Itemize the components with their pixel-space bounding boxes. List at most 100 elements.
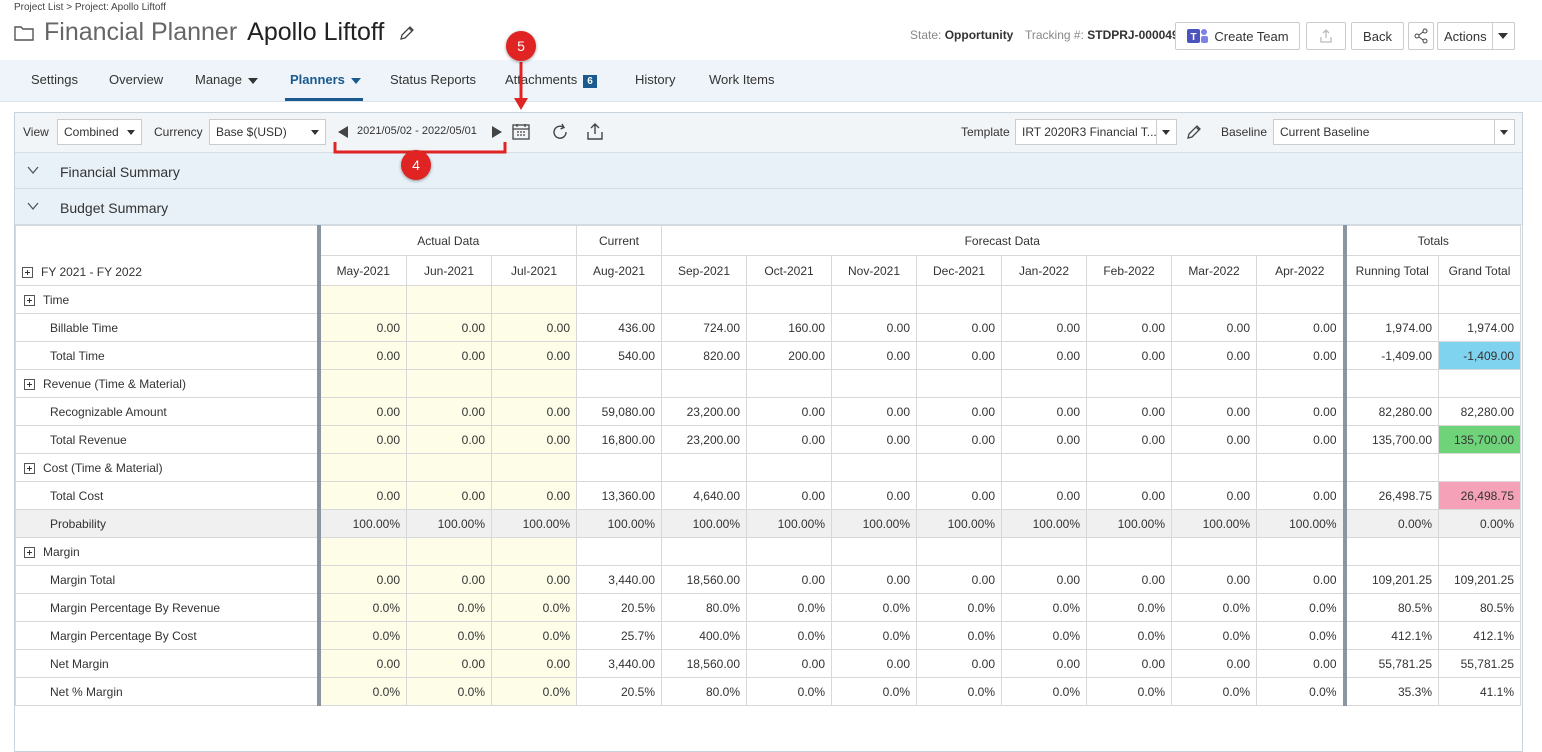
table-cell[interactable]: 0.00 [491,341,577,370]
table-cell[interactable]: 0.00 [916,397,1002,426]
create-team-button[interactable]: T Create Team [1175,22,1300,50]
table-cell[interactable]: 80.0% [661,593,747,622]
row-label[interactable]: Revenue (Time & Material) [15,369,319,398]
table-cell[interactable]: 0.0% [746,621,832,650]
table-cell[interactable]: 0.00 [316,481,407,510]
table-cell[interactable]: 82,280.00 [1344,397,1439,426]
table-cell[interactable]: 100.00% [406,509,492,538]
table-cell[interactable]: 0.00 [1001,341,1087,370]
table-cell[interactable]: 100.00% [1086,509,1172,538]
table-cell[interactable]: 0.0% [316,677,407,706]
table-cell[interactable]: 0.00 [1171,397,1257,426]
table-cell[interactable]: 0.00 [1256,397,1347,426]
previous-period-icon[interactable] [337,125,349,139]
table-cell[interactable]: 0.00 [491,425,577,454]
table-cell[interactable]: 100.00% [1256,509,1347,538]
table-cell[interactable]: 0.0% [316,593,407,622]
table-cell[interactable]: 0.00 [746,649,832,678]
expand-icon[interactable] [24,546,35,558]
table-cell[interactable]: 4,640.00 [661,481,747,510]
table-cell[interactable]: 0.00 [1256,565,1347,594]
table-cell[interactable]: 0.00 [316,313,407,342]
expand-icon[interactable] [24,294,35,306]
table-cell[interactable]: 0.00 [1086,565,1172,594]
share-export-button[interactable] [1306,22,1346,50]
table-cell[interactable]: 0.0% [916,677,1002,706]
table-cell[interactable]: 109,201.25 [1438,565,1521,594]
table-cell[interactable]: 0.0% [491,621,577,650]
table-cell[interactable]: 0.0% [831,677,917,706]
table-cell[interactable]: 0.0% [1256,677,1347,706]
table-cell[interactable]: 0.0% [1086,593,1172,622]
table-cell[interactable]: 0.0% [1171,677,1257,706]
tab-history[interactable]: History [635,72,675,87]
table-cell[interactable]: 0.00 [916,649,1002,678]
table-cell[interactable]: -1,409.00 [1438,341,1521,370]
table-cell[interactable]: 13,360.00 [576,481,662,510]
table-cell[interactable]: 0.00 [1086,397,1172,426]
table-cell[interactable]: 55,781.25 [1438,649,1521,678]
table-cell[interactable]: 0.00 [831,565,917,594]
table-cell[interactable]: 109,201.25 [1344,565,1439,594]
table-cell[interactable]: 0.00 [831,341,917,370]
table-cell[interactable]: 0.00 [406,397,492,426]
table-cell[interactable]: 0.00 [406,649,492,678]
table-cell[interactable]: 0.00 [916,425,1002,454]
table-cell[interactable]: 412.1% [1438,621,1521,650]
table-cell[interactable]: 0.0% [406,677,492,706]
table-cell[interactable]: 0.00 [746,425,832,454]
table-cell[interactable]: 820.00 [661,341,747,370]
table-cell[interactable]: -1,409.00 [1344,341,1439,370]
table-cell[interactable]: 0.00 [1001,565,1087,594]
table-cell[interactable]: 0.00 [1171,313,1257,342]
table-cell[interactable]: 100.00% [1171,509,1257,538]
export-icon[interactable] [585,122,605,142]
expand-icon[interactable] [24,378,35,390]
table-cell[interactable]: 41.1% [1438,677,1521,706]
table-cell[interactable]: 0.0% [491,677,577,706]
table-cell[interactable]: 0.0% [1256,621,1347,650]
table-cell[interactable]: 100.00% [491,509,577,538]
row-label[interactable]: Time [15,285,319,314]
table-cell[interactable]: 100.00% [661,509,747,538]
table-cell[interactable]: 0.00 [1086,481,1172,510]
table-cell[interactable]: 82,280.00 [1438,397,1521,426]
table-cell[interactable]: 0.00 [491,397,577,426]
edit-template-icon[interactable] [1185,123,1203,141]
table-cell[interactable]: 0.00 [406,341,492,370]
table-cell[interactable]: 0.00 [491,481,577,510]
table-cell[interactable]: 0.00 [1256,425,1347,454]
table-cell[interactable]: 0.00 [406,565,492,594]
table-cell[interactable]: 0.0% [406,593,492,622]
expand-icon[interactable] [22,267,33,279]
table-cell[interactable]: 3,440.00 [576,649,662,678]
table-cell[interactable]: 80.5% [1438,593,1521,622]
table-cell[interactable]: 16,800.00 [576,425,662,454]
table-cell[interactable]: 0.00 [1256,313,1347,342]
row-label[interactable]: Cost (Time & Material) [15,453,319,482]
currency-select[interactable]: Base $(USD) [209,119,326,145]
table-cell[interactable]: 0.0% [491,593,577,622]
row-label[interactable]: Margin [15,537,319,566]
table-cell[interactable]: 0.00 [316,341,407,370]
table-cell[interactable]: 26,498.75 [1438,481,1521,510]
edit-pencil-icon[interactable] [398,24,416,42]
tab-work-items[interactable]: Work Items [709,72,775,87]
table-cell[interactable]: 0.00 [1171,341,1257,370]
table-cell[interactable]: 724.00 [661,313,747,342]
actions-button[interactable]: Actions [1437,22,1515,50]
table-cell[interactable]: 0.00 [406,481,492,510]
table-cell[interactable]: 0.0% [1001,593,1087,622]
table-cell[interactable]: 0.00 [746,397,832,426]
table-cell[interactable]: 100.00% [576,509,662,538]
actions-dropdown-toggle[interactable] [1492,23,1514,49]
table-cell[interactable]: 0.0% [831,621,917,650]
table-cell[interactable]: 0.00 [831,397,917,426]
table-cell[interactable]: 0.00 [916,481,1002,510]
table-cell[interactable]: 0.00% [1344,509,1439,538]
table-cell[interactable]: 0.00 [831,481,917,510]
table-cell[interactable]: 20.5% [576,593,662,622]
table-cell[interactable]: 0.00 [746,481,832,510]
budget-summary-section[interactable]: Budget Summary [15,189,1522,225]
table-cell[interactable]: 0.00 [316,565,407,594]
